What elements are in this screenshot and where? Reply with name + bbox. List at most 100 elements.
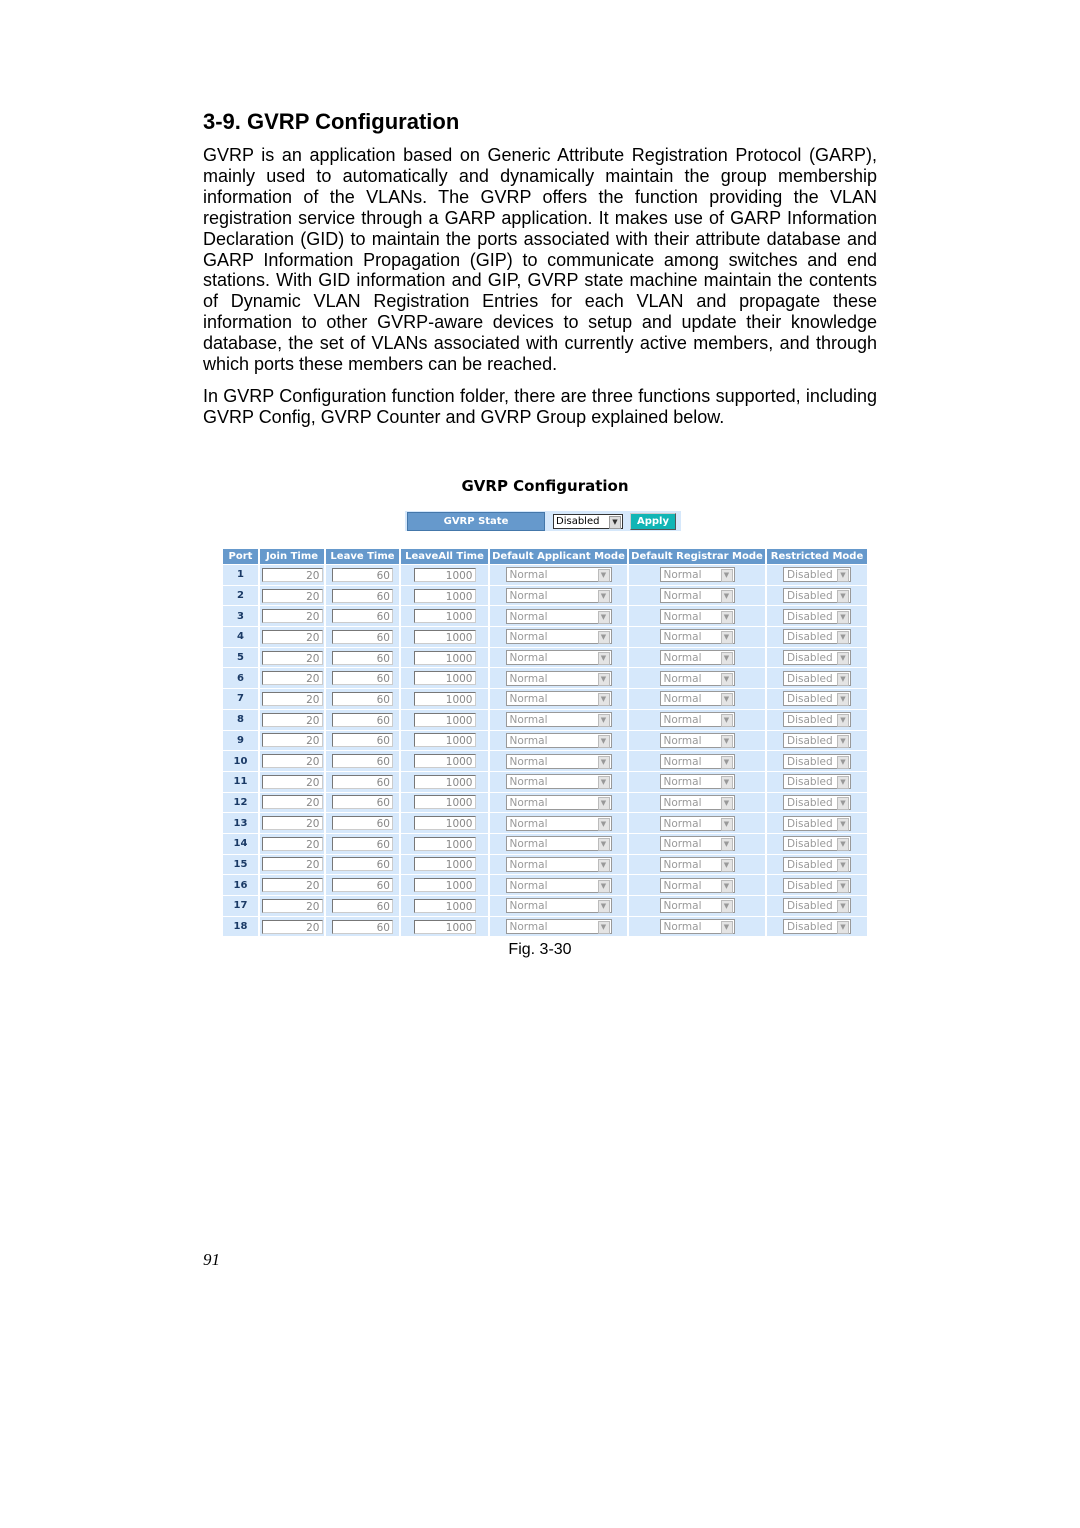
- leave-time-input[interactable]: 60: [332, 588, 393, 603]
- applicant-mode-select[interactable]: Normal ▼: [505, 898, 612, 914]
- join-time-input[interactable]: 20: [261, 691, 323, 706]
- restricted-mode-select[interactable]: Disabled ▼: [783, 670, 851, 686]
- leaveall-time-input[interactable]: 1000: [413, 691, 476, 706]
- leave-time-input[interactable]: 60: [332, 712, 393, 727]
- leave-time-input[interactable]: 60: [332, 671, 393, 686]
- join-time-input[interactable]: 20: [261, 712, 323, 727]
- join-time-input[interactable]: 20: [261, 836, 323, 851]
- leaveall-time-input[interactable]: 1000: [413, 878, 476, 893]
- join-time-input[interactable]: 20: [261, 733, 323, 748]
- applicant-mode-select[interactable]: Normal ▼: [505, 691, 612, 707]
- registrar-mode-select[interactable]: Normal ▼: [659, 650, 735, 666]
- applicant-mode-select[interactable]: Normal ▼: [505, 670, 612, 686]
- leaveall-time-input[interactable]: 1000: [413, 774, 476, 789]
- join-time-input[interactable]: 20: [261, 919, 323, 934]
- apply-button[interactable]: Apply: [630, 513, 676, 530]
- applicant-mode-select[interactable]: Normal ▼: [505, 712, 612, 728]
- restricted-mode-select[interactable]: Disabled ▼: [783, 877, 851, 893]
- restricted-mode-select[interactable]: Disabled ▼: [783, 712, 851, 728]
- join-time-input[interactable]: 20: [261, 629, 323, 644]
- registrar-mode-select[interactable]: Normal ▼: [659, 732, 735, 748]
- restricted-mode-select[interactable]: Disabled ▼: [783, 650, 851, 666]
- leave-time-input[interactable]: 60: [332, 816, 393, 831]
- leaveall-time-input[interactable]: 1000: [413, 712, 476, 727]
- gvrp-state-select[interactable]: Disabled ▼: [553, 514, 623, 529]
- leaveall-time-input[interactable]: 1000: [413, 795, 476, 810]
- leave-time-input[interactable]: 60: [332, 857, 393, 872]
- join-time-input[interactable]: 20: [261, 567, 323, 582]
- registrar-mode-select[interactable]: Normal ▼: [659, 629, 735, 645]
- registrar-mode-select[interactable]: Normal ▼: [659, 608, 735, 624]
- restricted-mode-select[interactable]: Disabled ▼: [783, 629, 851, 645]
- leave-time-input[interactable]: 60: [332, 836, 393, 851]
- join-time-input[interactable]: 20: [261, 816, 323, 831]
- registrar-mode-select[interactable]: Normal ▼: [659, 794, 735, 810]
- leave-time-input[interactable]: 60: [332, 878, 393, 893]
- leave-time-input[interactable]: 60: [332, 629, 393, 644]
- leave-time-input[interactable]: 60: [332, 567, 393, 582]
- leaveall-time-input[interactable]: 1000: [413, 836, 476, 851]
- leaveall-time-input[interactable]: 1000: [413, 650, 476, 665]
- join-time-input[interactable]: 20: [261, 754, 323, 769]
- leaveall-time-input[interactable]: 1000: [413, 609, 476, 624]
- registrar-mode-select[interactable]: Normal ▼: [659, 919, 735, 935]
- leaveall-time-input[interactable]: 1000: [413, 816, 476, 831]
- applicant-mode-select[interactable]: Normal ▼: [505, 836, 612, 852]
- leave-time-input[interactable]: 60: [332, 691, 393, 706]
- registrar-mode-select[interactable]: Normal ▼: [659, 691, 735, 707]
- applicant-mode-select[interactable]: Normal ▼: [505, 588, 612, 604]
- leave-time-input[interactable]: 60: [332, 733, 393, 748]
- applicant-mode-select[interactable]: Normal ▼: [505, 629, 612, 645]
- leaveall-time-input[interactable]: 1000: [413, 567, 476, 582]
- restricted-mode-select[interactable]: Disabled ▼: [783, 898, 851, 914]
- restricted-mode-select[interactable]: Disabled ▼: [783, 732, 851, 748]
- leaveall-time-input[interactable]: 1000: [413, 857, 476, 872]
- restricted-mode-select[interactable]: Disabled ▼: [783, 608, 851, 624]
- join-time-input[interactable]: 20: [261, 609, 323, 624]
- restricted-mode-select[interactable]: Disabled ▼: [783, 691, 851, 707]
- restricted-mode-select[interactable]: Disabled ▼: [783, 567, 851, 583]
- leaveall-time-input[interactable]: 1000: [413, 898, 476, 913]
- applicant-mode-select[interactable]: Normal ▼: [505, 753, 612, 769]
- join-time-input[interactable]: 20: [261, 878, 323, 893]
- registrar-mode-select[interactable]: Normal ▼: [659, 774, 735, 790]
- applicant-mode-select[interactable]: Normal ▼: [505, 794, 612, 810]
- applicant-mode-select[interactable]: Normal ▼: [505, 919, 612, 935]
- leaveall-time-input[interactable]: 1000: [413, 671, 476, 686]
- leave-time-input[interactable]: 60: [332, 919, 393, 934]
- restricted-mode-select[interactable]: Disabled ▼: [783, 836, 851, 852]
- applicant-mode-select[interactable]: Normal ▼: [505, 567, 612, 583]
- join-time-input[interactable]: 20: [261, 774, 323, 789]
- leaveall-time-input[interactable]: 1000: [413, 754, 476, 769]
- applicant-mode-select[interactable]: Normal ▼: [505, 815, 612, 831]
- join-time-input[interactable]: 20: [261, 857, 323, 872]
- registrar-mode-select[interactable]: Normal ▼: [659, 815, 735, 831]
- applicant-mode-select[interactable]: Normal ▼: [505, 608, 612, 624]
- leave-time-input[interactable]: 60: [332, 898, 393, 913]
- join-time-input[interactable]: 20: [261, 795, 323, 810]
- join-time-input[interactable]: 20: [261, 671, 323, 686]
- leaveall-time-input[interactable]: 1000: [413, 733, 476, 748]
- leaveall-time-input[interactable]: 1000: [413, 588, 476, 603]
- join-time-input[interactable]: 20: [261, 588, 323, 603]
- restricted-mode-select[interactable]: Disabled ▼: [783, 753, 851, 769]
- registrar-mode-select[interactable]: Normal ▼: [659, 753, 735, 769]
- applicant-mode-select[interactable]: Normal ▼: [505, 856, 612, 872]
- registrar-mode-select[interactable]: Normal ▼: [659, 898, 735, 914]
- registrar-mode-select[interactable]: Normal ▼: [659, 712, 735, 728]
- leave-time-input[interactable]: 60: [332, 650, 393, 665]
- restricted-mode-select[interactable]: Disabled ▼: [783, 856, 851, 872]
- leave-time-input[interactable]: 60: [332, 754, 393, 769]
- registrar-mode-select[interactable]: Normal ▼: [659, 836, 735, 852]
- restricted-mode-select[interactable]: Disabled ▼: [783, 774, 851, 790]
- leave-time-input[interactable]: 60: [332, 795, 393, 810]
- join-time-input[interactable]: 20: [261, 650, 323, 665]
- leaveall-time-input[interactable]: 1000: [413, 629, 476, 644]
- leave-time-input[interactable]: 60: [332, 609, 393, 624]
- applicant-mode-select[interactable]: Normal ▼: [505, 732, 612, 748]
- applicant-mode-select[interactable]: Normal ▼: [505, 774, 612, 790]
- restricted-mode-select[interactable]: Disabled ▼: [783, 588, 851, 604]
- registrar-mode-select[interactable]: Normal ▼: [659, 567, 735, 583]
- registrar-mode-select[interactable]: Normal ▼: [659, 588, 735, 604]
- restricted-mode-select[interactable]: Disabled ▼: [783, 815, 851, 831]
